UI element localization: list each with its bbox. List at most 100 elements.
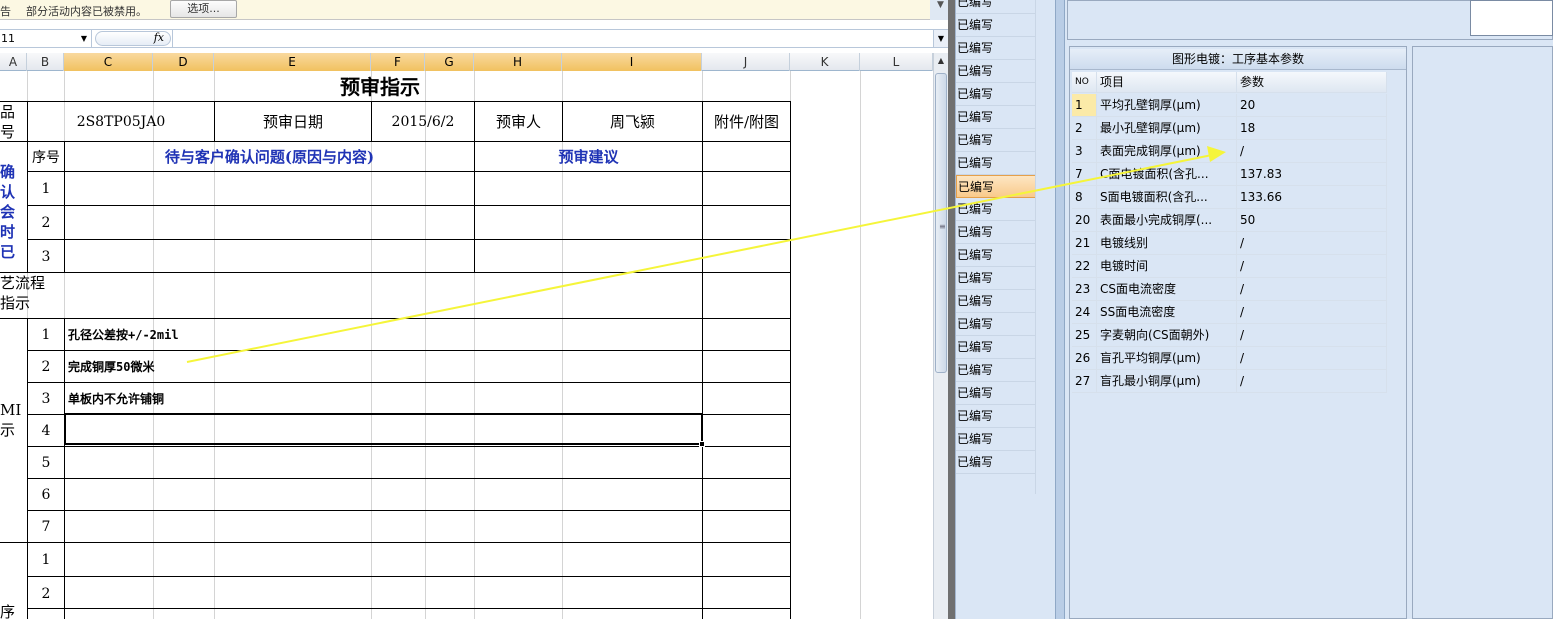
mi-row-text (65, 479, 702, 510)
table-border (790, 101, 791, 619)
grid-header-param[interactable]: 参数 (1237, 72, 1387, 93)
parameter-item: CS面电流密度 (1097, 278, 1237, 301)
column-header-f[interactable]: F (371, 53, 425, 71)
parameter-no: 27 (1072, 370, 1097, 393)
parameter-param: / (1237, 324, 1387, 347)
status-list-item[interactable]: 已编写 (956, 175, 1036, 198)
status-list-item[interactable]: 已编写 (956, 198, 1036, 221)
chevron-down-icon[interactable]: ▼ (937, 0, 944, 10)
window-splitter[interactable] (948, 0, 955, 619)
review-date-value: 2015/6/2 (391, 113, 455, 130)
status-list-item[interactable]: 已编写 (956, 0, 1036, 14)
grid-header-item[interactable]: 项目 (1097, 72, 1237, 93)
name-box[interactable]: 11 ▼ (0, 30, 92, 47)
parameter-row[interactable]: 25 字麦朝向(CS面朝外) / (1072, 324, 1387, 347)
gridline (860, 71, 861, 619)
scroll-thumb[interactable]: ≡ (935, 73, 947, 373)
column-header-a[interactable]: A (0, 53, 27, 71)
product-number: 2S8TP05JA0 (76, 113, 166, 130)
parameter-row[interactable]: 3 表面完成铜厚(μm) / (1072, 140, 1387, 163)
parameter-param: 18 (1237, 117, 1387, 140)
parameter-item: 盲孔平均铜厚(μm) (1097, 347, 1237, 370)
name-box-dropdown-icon[interactable]: ▼ (81, 30, 87, 47)
status-list-item[interactable]: 已编写 (956, 290, 1036, 313)
function-button[interactable]: fx (95, 31, 171, 46)
parameter-param: 20 (1237, 94, 1387, 117)
status-list-item[interactable]: 已编写 (956, 313, 1036, 336)
selected-cell[interactable] (64, 413, 705, 447)
formula-input[interactable] (172, 30, 932, 47)
status-list-item[interactable]: 已编写 (956, 129, 1036, 152)
parameter-row[interactable]: 21 电镀线别 / (1072, 232, 1387, 255)
status-list-item[interactable]: 已编写 (956, 244, 1036, 267)
bottom-section-label: 序 (0, 603, 16, 619)
vertical-scrollbar[interactable]: ▲ ≡ (933, 53, 948, 619)
mi-row-number: 7 (41, 518, 51, 535)
column-header-e[interactable]: E (214, 53, 371, 71)
status-list-item[interactable]: 已编写 (956, 405, 1036, 428)
confirm-row-number: 1 (41, 180, 51, 197)
formula-bar: 11 ▼ fx ▼ (0, 29, 948, 48)
mi-row-text: 孔径公差按+/-2mil (68, 328, 179, 342)
parameter-item: 字麦朝向(CS面朝外) (1097, 324, 1237, 347)
status-list-item[interactable]: 已编写 (956, 359, 1036, 382)
review-date-label: 预审日期 (262, 113, 323, 131)
parameter-pane-title: 图形电镀：工序基本参数 (1070, 49, 1406, 70)
status-list-item[interactable]: 已编写 (956, 152, 1036, 175)
preview-box (1470, 0, 1553, 36)
column-header-j[interactable]: J (702, 53, 790, 71)
parameter-row[interactable]: 2 最小孔壁铜厚(μm) 18 (1072, 117, 1387, 140)
process-flow-label: 艺流程 指示 (0, 274, 46, 312)
parameter-row[interactable]: 8 S面电镀面积(含孔... 133.66 (1072, 186, 1387, 209)
mi-row-text: 单板内不允许铺铜 (68, 392, 165, 406)
panel-splitter[interactable] (1055, 0, 1065, 619)
column-header-d[interactable]: D (153, 53, 214, 71)
parameter-row[interactable]: 27 盲孔最小铜厚(μm) / (1072, 370, 1387, 393)
fill-handle[interactable] (699, 441, 705, 447)
status-list-item[interactable]: 已编写 (956, 451, 1036, 474)
parameter-row[interactable]: 22 电镀时间 / (1072, 255, 1387, 278)
parameter-grid-header: NO 项目 参数 (1072, 72, 1387, 93)
parameter-row[interactable]: 26 盲孔平均铜厚(μm) / (1072, 347, 1387, 370)
reviewer-label: 预审人 (495, 113, 541, 131)
status-list-item[interactable]: 已编写 (956, 267, 1036, 290)
status-list-item[interactable]: 已编写 (956, 83, 1036, 106)
status-list-item[interactable]: 已编写 (956, 428, 1036, 451)
parameter-row[interactable]: 23 CS面电流密度 / (1072, 278, 1387, 301)
status-list-item[interactable]: 已编写 (956, 37, 1036, 60)
parameter-no: 24 (1072, 301, 1097, 324)
scroll-up-icon[interactable]: ▲ (935, 55, 947, 67)
column-header-g[interactable]: G (425, 53, 474, 71)
parameter-row[interactable]: 7 C面电镀面积(含孔... 137.83 (1072, 163, 1387, 186)
grip-icon: ≡ (939, 222, 946, 231)
status-list-item[interactable]: 已编写 (956, 382, 1036, 405)
column-header-c[interactable]: C (64, 53, 153, 71)
reviewer-name: 周飞颍 (609, 113, 655, 131)
parameter-row[interactable]: 24 SS面电流密度 / (1072, 301, 1387, 324)
column-header-l[interactable]: L (860, 53, 933, 71)
column-header-i[interactable]: I (562, 53, 702, 71)
status-list-item[interactable]: 已编写 (956, 106, 1036, 129)
expand-formula-icon[interactable]: ▼ (933, 30, 948, 47)
column-header-h[interactable]: H (474, 53, 562, 71)
column-header-b[interactable]: B (27, 53, 64, 71)
status-list-item[interactable]: 已编写 (956, 14, 1036, 37)
parameter-item: 最小孔壁铜厚(μm) (1097, 117, 1237, 140)
table-border (702, 101, 703, 619)
sheet-title: 预审指示 (340, 75, 420, 99)
parameter-row[interactable]: 1 平均孔壁铜厚(μm) 20 (1072, 94, 1387, 117)
mi-row-number: 3 (41, 390, 51, 407)
security-warning-bar: 告 部分活动内容已被禁用。 选项... (0, 0, 930, 20)
status-list-item[interactable]: 已编写 (956, 221, 1036, 244)
column-header-k[interactable]: K (790, 53, 860, 71)
status-list-item[interactable]: 已编写 (956, 60, 1036, 83)
review-suggestion-header: 预审建议 (558, 148, 619, 166)
attachment-label: 附件/附图 (713, 113, 780, 131)
table-border (0, 542, 790, 543)
mi-row-number: 2 (41, 358, 51, 375)
status-list-item[interactable]: 已编写 (956, 336, 1036, 359)
grid-header-no[interactable]: NO (1072, 72, 1097, 93)
mi-row-text (65, 447, 702, 478)
parameter-row[interactable]: 20 表面最小完成铜厚(... 50 (1072, 209, 1387, 232)
options-button[interactable]: 选项... (170, 0, 237, 18)
